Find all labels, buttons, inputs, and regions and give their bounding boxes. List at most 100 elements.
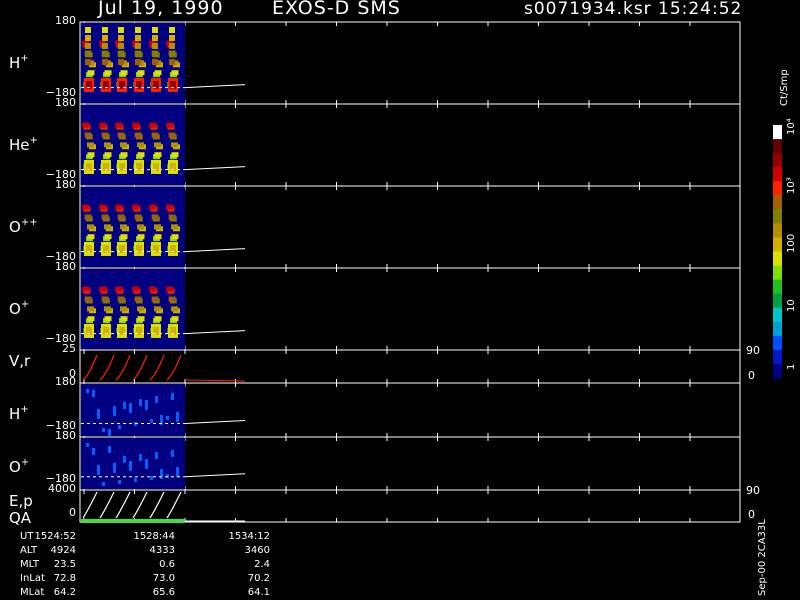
ephem-value: 72.8 [53,573,76,584]
heat-cell [82,204,90,210]
heat-cell [104,306,111,312]
heat-cell [115,204,123,210]
heat-cell [118,43,124,49]
heat-cell [82,286,90,292]
colorbar-cell [773,139,782,154]
heat-cell [154,234,162,240]
heat-cell [104,70,112,76]
heat-cell [151,214,159,220]
heat-cell [152,27,158,33]
heat-cell [132,122,140,128]
ephem-value: 3460 [244,545,270,556]
ep-curve [132,491,148,519]
species-text: H [9,54,21,73]
heat-cell [118,27,124,33]
colorbar-cell [773,307,782,323]
trace-line [184,420,246,424]
heatmap-background [81,384,185,436]
heat-speck [150,476,153,480]
heat-cell [169,51,175,57]
ep-curve [115,491,131,519]
colorbar-cell [773,349,782,365]
heat-speck [129,461,132,471]
heat-cell [171,70,179,76]
y-tick-top: 180 [55,14,76,27]
heat-cell [152,35,158,41]
heat-speck [155,452,158,459]
right-tick-top: 90 [746,484,760,497]
heat-cell [154,142,161,148]
species-text: H [9,404,21,423]
y-tick-top: 180 [55,375,76,388]
heat-cell [85,51,91,57]
heat-speck [92,390,95,397]
colorbar-cell [773,335,782,351]
heat-cell [154,70,162,76]
ephem-value: 70.2 [247,573,270,584]
charge-text: ++ [20,217,38,229]
vr-curve [99,354,115,381]
heat-cell [101,214,109,220]
heat-cell [117,214,125,220]
heat-cell [134,296,142,302]
ep-curve [166,491,182,519]
heat-cell [118,59,124,65]
colorbar-tick: 10⁴ [786,118,797,135]
heat-cell [169,35,175,41]
panel-label-heplus: He+ [9,135,38,154]
heat-cell [101,132,109,138]
heat-cell [154,316,162,322]
heat-cell [102,59,108,65]
heat-cell [120,152,128,158]
heat-cell [104,142,111,148]
colorbar-cell [773,209,782,224]
heat-cell [87,224,94,230]
heat-cell [120,142,127,148]
ephem-value: 23.5 [53,559,76,570]
colorbar-cell [773,153,782,168]
ephem-value: 64.2 [53,587,76,598]
heat-cell [87,70,95,76]
heat-cell [87,152,95,158]
heat-cell [102,43,108,49]
heat-cell [132,204,140,210]
heat-speck [160,469,163,479]
heat-cell [169,43,175,49]
heat-speck [118,480,121,484]
heat-cell [137,152,145,158]
colorbar-cell [773,363,782,379]
heat-cell [102,27,108,33]
colorbar-cell [773,125,782,140]
charge-text: + [29,135,38,147]
heat-cell [118,35,124,41]
ep-curve [82,491,98,519]
colorbar-cell [773,167,782,182]
heatmap-background [81,438,185,489]
heat-cell [115,122,123,128]
heat-speck [145,400,148,410]
heat-cell [171,142,178,148]
ephem-label: MLat [20,587,45,598]
heat-speck [139,454,142,461]
panel-label-ep: E,p [9,492,33,510]
trace-line [184,84,246,89]
heat-cell [85,35,91,41]
panel-label-oplusplus: O++ [9,217,38,236]
y-tick-top: 180 [55,429,76,442]
species-text: O [9,458,21,477]
colorbar-cell [773,237,782,252]
heat-cell [120,224,127,230]
heat-cell [101,296,109,302]
heat-cell [151,296,159,302]
heat-speck [150,419,153,423]
y-tick-top: 180 [55,178,76,191]
heat-speck [86,389,89,393]
colorbar-cell [773,181,782,196]
heat-cell [87,234,95,240]
ephem-value: 73.0 [152,573,175,584]
ephem-value: 4333 [149,545,175,556]
heat-cell [87,316,95,322]
heat-cell [134,132,142,138]
ephem-value: 1524:52 [34,531,76,542]
heat-speck [97,409,100,419]
